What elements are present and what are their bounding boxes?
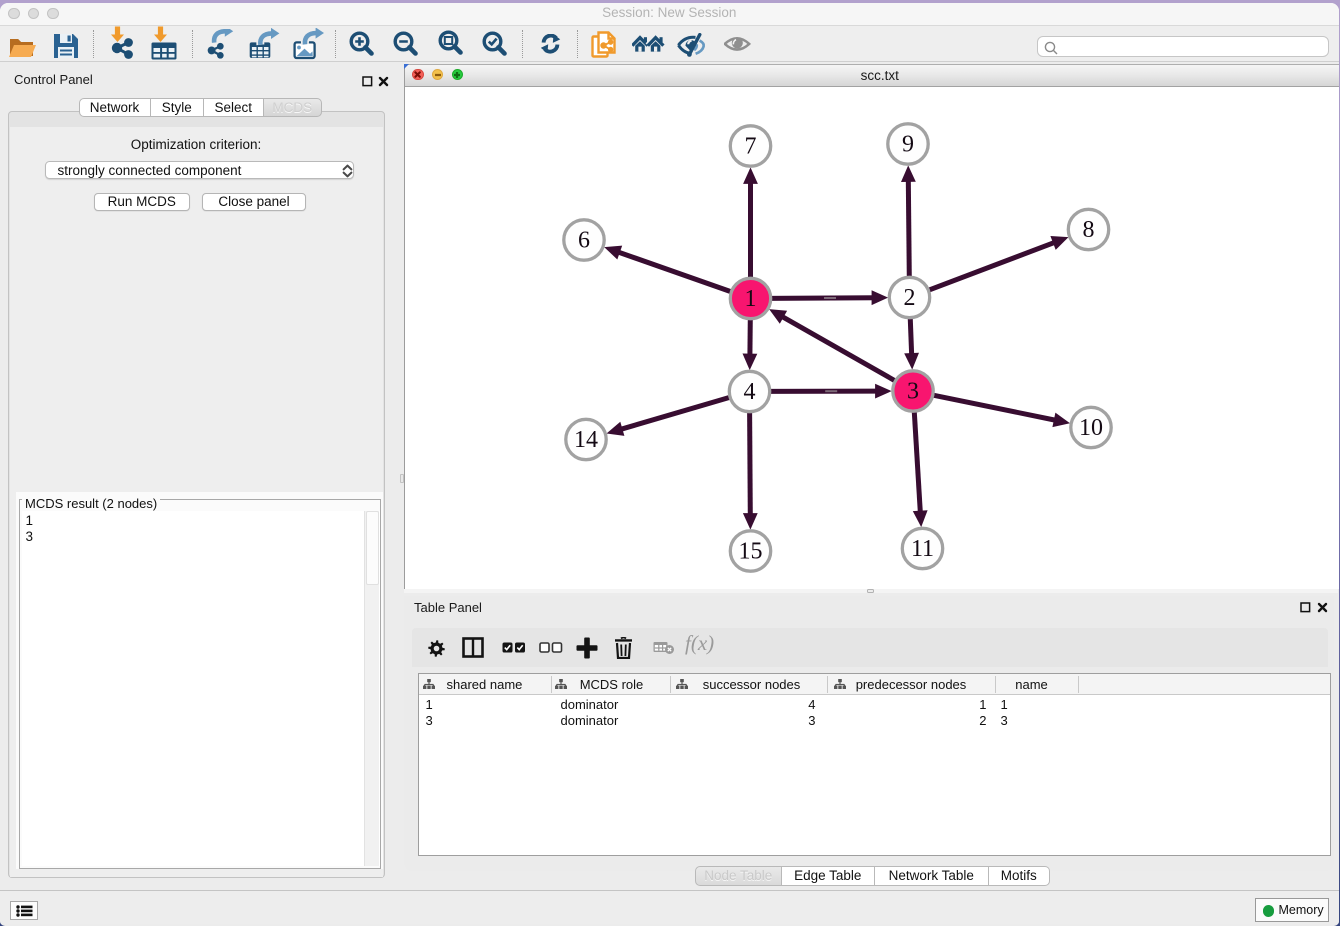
svg-text:9: 9 (902, 131, 914, 157)
svg-text:11: 11 (911, 535, 934, 561)
svg-text:8: 8 (1083, 216, 1095, 242)
svg-text:14: 14 (574, 426, 598, 452)
svg-text:7: 7 (745, 133, 757, 159)
svg-text:15: 15 (739, 538, 763, 564)
svg-text:3: 3 (907, 378, 919, 404)
svg-text:10: 10 (1079, 414, 1103, 440)
svg-text:4: 4 (744, 378, 756, 404)
svg-text:1: 1 (745, 285, 757, 311)
svg-text:2: 2 (904, 284, 916, 310)
svg-text:6: 6 (578, 227, 590, 253)
